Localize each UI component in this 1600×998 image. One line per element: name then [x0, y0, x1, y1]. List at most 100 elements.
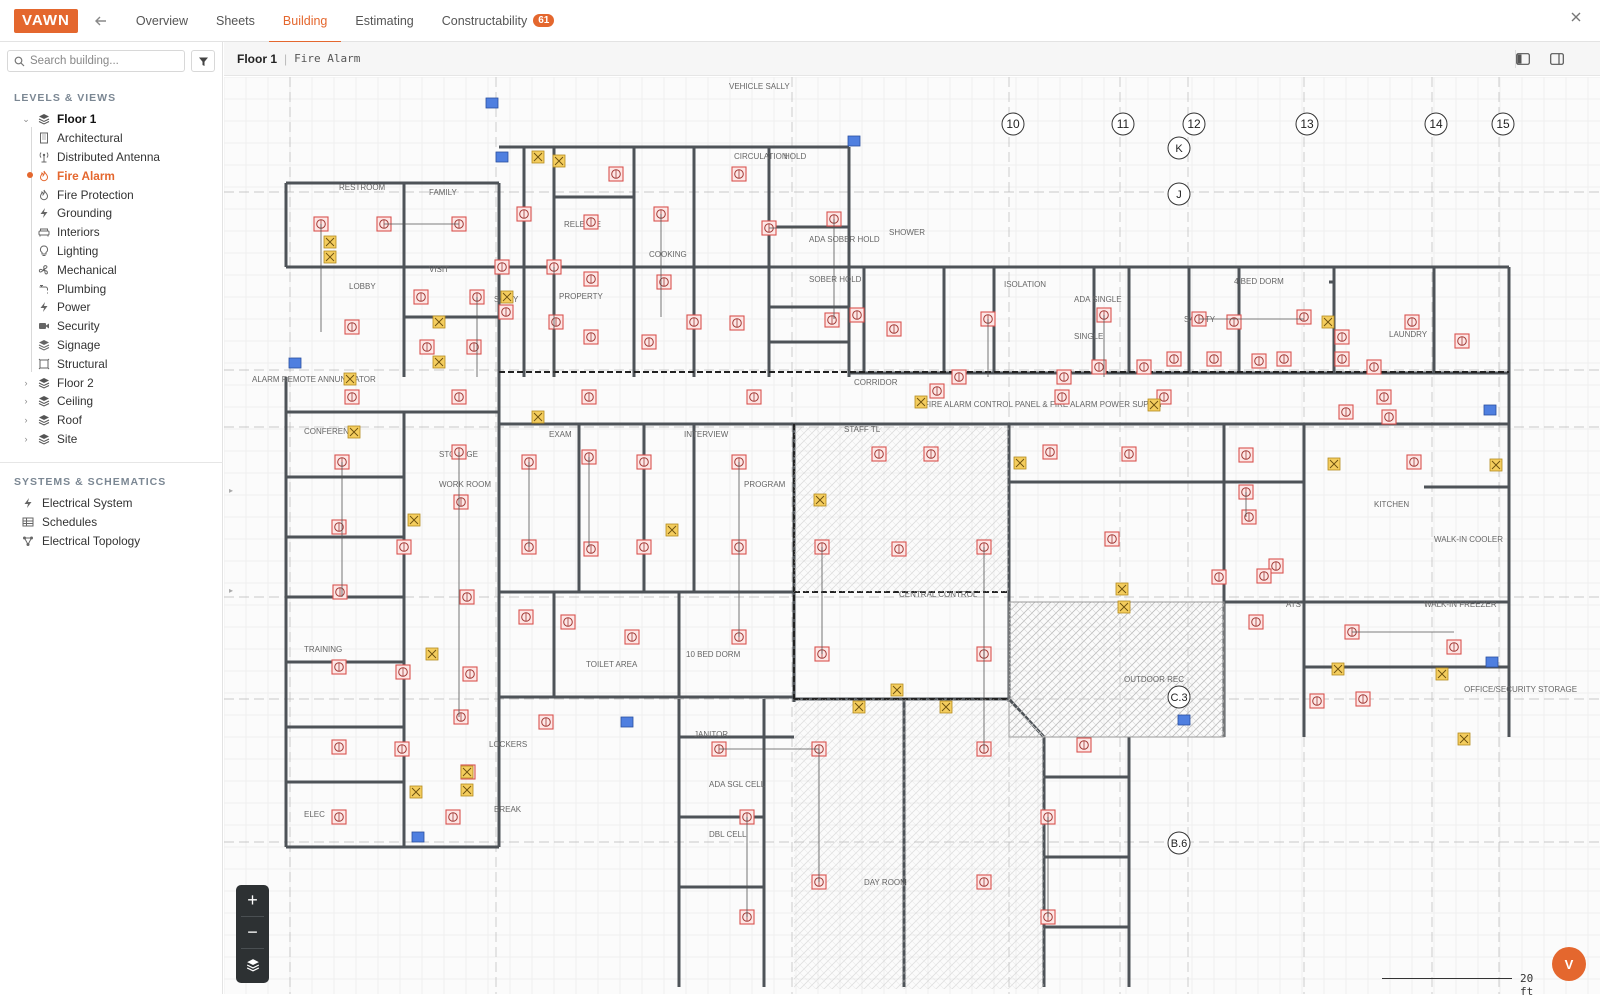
level-roof[interactable]: › Roof	[0, 411, 223, 430]
search-input[interactable]	[30, 55, 170, 67]
chevron-right-icon[interactable]: ›	[21, 396, 31, 406]
zoom-in-button[interactable]: +	[236, 885, 269, 915]
grid-row-label: K	[1175, 143, 1183, 155]
system-label: Electrical Topology	[42, 533, 141, 548]
layer-structural[interactable]: Structural	[0, 354, 223, 373]
room-label: LAUNDRY	[1389, 330, 1428, 339]
user-avatar[interactable]: V	[1552, 947, 1586, 981]
system-schedules[interactable]: Schedules	[0, 513, 223, 532]
tab-constructability[interactable]: Constructability 61	[428, 0, 569, 42]
program-area-hatch	[794, 427, 1009, 592]
day-room-hatch	[794, 699, 1044, 989]
level-floor-1[interactable]: ⌄ Floor 1	[0, 110, 223, 129]
layers-icon	[246, 959, 259, 972]
room-label: ELEC	[304, 810, 325, 819]
system-electrical-topology[interactable]: Electrical Topology	[0, 532, 223, 551]
layers-icon	[38, 395, 50, 407]
room-label: HOLD	[784, 152, 806, 161]
filter-icon	[198, 57, 208, 66]
grid-column-label: 15	[1496, 117, 1510, 131]
levels-section-title: LEVELS & VIEWS	[14, 92, 117, 104]
layer-distributed-antenna[interactable]: Distributed Antenna	[0, 148, 223, 167]
chevron-right-icon[interactable]: ›	[21, 434, 31, 444]
close-icon[interactable]	[1570, 10, 1582, 28]
layer-interiors[interactable]: Interiors	[0, 223, 223, 242]
layer-label: Fire Protection	[57, 187, 134, 202]
room-label: TRAINING	[304, 645, 342, 654]
room-label: ADA SGL CELL	[709, 780, 766, 789]
breadcrumb: Floor 1 | Fire Alarm	[224, 42, 1600, 76]
systems-list: Electrical System Schedules Electrical Top…	[0, 494, 223, 550]
layer-mechanical[interactable]: Mechanical	[0, 260, 223, 279]
layers-icon	[38, 433, 50, 445]
floor-plan-drawing[interactable]: VEHICLE SALLY CIRCULATIONHOLD RESTROOM FAMI…	[224, 77, 1600, 994]
tab-sheets[interactable]: Sheets	[202, 0, 269, 42]
system-label: Electrical System	[42, 496, 133, 511]
layer-architectural[interactable]: Architectural	[0, 129, 223, 148]
room-label: ALARM REMOTE ANNUNCIATOR	[252, 375, 376, 384]
filter-button[interactable]	[191, 50, 215, 72]
layer-label: Structural	[57, 356, 108, 371]
search-box[interactable]	[7, 50, 185, 72]
sidebar: LEVELS & VIEWS ⌄ Floor 1 Architectural Di…	[0, 42, 223, 994]
layer-signage[interactable]: Signage	[0, 336, 223, 355]
minus-icon: −	[247, 921, 258, 942]
toggle-right-panel-button[interactable]	[1549, 51, 1565, 67]
levels-tree: ⌄ Floor 1 Architectural Distributed Anten…	[0, 110, 223, 448]
room-label: WORK ROOM	[439, 480, 491, 489]
room-label: OUTDOOR REC	[1124, 675, 1184, 684]
level-floor-2[interactable]: › Floor 2	[0, 373, 223, 392]
layer-security[interactable]: Security	[0, 317, 223, 336]
layer-power[interactable]: Power	[0, 298, 223, 317]
toggle-left-panel-button[interactable]	[1515, 51, 1531, 67]
fan-icon	[38, 264, 50, 276]
tab-label: Overview	[135, 13, 188, 28]
layers-button[interactable]	[236, 950, 269, 980]
layer-fire-alarm[interactable]: Fire Alarm	[0, 166, 223, 185]
layer-fire-protection[interactable]: Fire Protection	[0, 185, 223, 204]
level-label: Ceiling	[57, 394, 94, 409]
layer-label: Power	[57, 300, 91, 315]
layer-label: Lighting	[57, 243, 99, 258]
level-site[interactable]: › Site	[0, 430, 223, 449]
chevron-right-icon[interactable]: ›	[21, 378, 31, 388]
layer-grounding[interactable]: Grounding	[0, 204, 223, 223]
room-label: 4 BED DORM	[1234, 277, 1284, 286]
room-label: ISOLATION	[1004, 280, 1046, 289]
tab-label: Estimating	[355, 13, 414, 28]
tab-overview[interactable]: Overview	[122, 0, 202, 42]
level-label: Roof	[57, 413, 82, 428]
chevron-down-icon[interactable]: ⌄	[21, 114, 31, 125]
layers-icon	[38, 339, 50, 351]
system-electrical-system[interactable]: Electrical System	[0, 494, 223, 513]
bulb-icon	[38, 245, 50, 257]
faucet-icon	[38, 283, 50, 295]
level-label: Site	[57, 431, 78, 446]
floor-plan-canvas[interactable]: VEHICLE SALLY CIRCULATION HOLD RESTROOM FAMI…	[224, 77, 1600, 994]
room-label: ADA SINGLE	[1074, 295, 1122, 304]
sidebar-divider	[0, 462, 223, 463]
room-label: FIRE ALARM CONTROL PANEL & FIRE ALARM PO…	[924, 400, 1164, 409]
fire-alarm-panel	[495, 151, 509, 163]
level-ceiling[interactable]: › Ceiling	[0, 392, 223, 411]
breadcrumb-floor[interactable]: Floor 1	[237, 52, 277, 66]
grid-column-label: 12	[1187, 117, 1201, 131]
chevron-right-icon[interactable]: ›	[21, 415, 31, 425]
bolt-icon	[38, 301, 50, 313]
layer-lighting[interactable]: Lighting	[0, 242, 223, 261]
room-label: ATS	[1286, 600, 1301, 609]
back-arrow-icon[interactable]	[90, 10, 112, 32]
search-icon	[14, 56, 25, 66]
panel-right-icon	[1550, 53, 1564, 65]
tab-building[interactable]: Building	[268, 0, 342, 43]
room-label: PROPERTY	[559, 292, 604, 301]
scale-line	[1382, 978, 1512, 979]
zoom-out-button[interactable]: −	[236, 917, 269, 947]
tab-estimating[interactable]: Estimating	[341, 0, 427, 42]
app-logo[interactable]: VAWN	[14, 8, 78, 33]
layer-label: Plumbing	[57, 281, 107, 296]
room-label: LOCKERS	[489, 740, 527, 749]
zoom-divider	[241, 948, 264, 949]
layer-plumbing[interactable]: Plumbing	[0, 279, 223, 298]
grid-row-label: J	[1176, 189, 1182, 201]
